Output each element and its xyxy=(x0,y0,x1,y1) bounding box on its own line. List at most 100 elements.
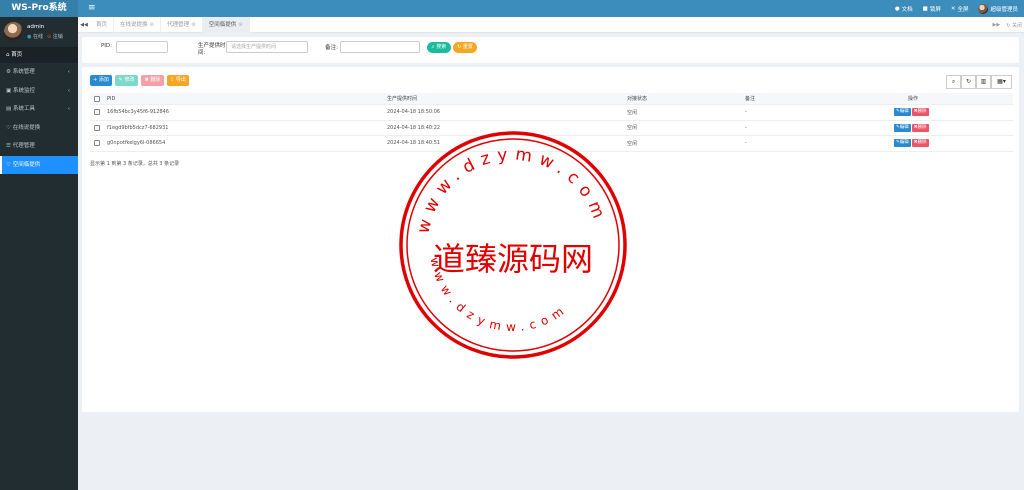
hamburger-icon[interactable]: ≡ xyxy=(88,0,96,17)
close-icon[interactable]: ⊗ xyxy=(191,22,196,28)
sidebar-item-monitor[interactable]: ▣ 系统监控 ‹ xyxy=(0,82,78,101)
row-edit-button[interactable]: ✎编辑 xyxy=(894,123,911,132)
search-button[interactable]: ⌕ 搜索 xyxy=(427,42,451,53)
cell-note: - xyxy=(745,124,747,131)
sidebar-item-online[interactable]: ♡ 在线说提换 xyxy=(0,119,78,138)
lock-screen-link[interactable]: ■ 锁屏 xyxy=(923,5,941,13)
logout-link[interactable]: ⊖ 注销 xyxy=(47,33,63,40)
user-name: admin xyxy=(27,24,45,30)
table-row[interactable]: f1egd9bfb5dcz7-682931 2024-04-18 18:40:2… xyxy=(90,121,1013,136)
pagination-summary: 显示第 1 到第 3 条记录，总共 3 条记录 xyxy=(90,161,180,167)
avatar xyxy=(978,3,989,14)
close-icon[interactable]: ⊗ xyxy=(238,22,243,28)
chevron-icon: ‹ xyxy=(67,87,70,94)
tab-close-all-button[interactable]: ↻ 关闭 xyxy=(1006,22,1022,29)
reset-button[interactable]: ↻ 重置 xyxy=(453,42,477,53)
table-panel: + 添加 ✎ 修改 ✖ 删除 ⇩ 导出 ⌕ ↻ ▥ ▦▾ PID 生产提供时间 … xyxy=(82,67,1019,412)
user-status: ● 在线 ⊖ 注销 xyxy=(27,33,63,40)
gear-icon: ⚙ xyxy=(6,69,11,75)
sidebar-item-agent[interactable]: ☰ 代理管理 xyxy=(0,137,78,156)
search-toggle-icon[interactable]: ⌕ xyxy=(946,75,961,89)
data-table: PID 生产提供时间 对接状态 备注 操作 16fb54bc3y45f6-912… xyxy=(90,93,1013,152)
sidebar-item-system[interactable]: ⚙ 系统管理 ‹ xyxy=(0,63,78,82)
tab-bar: ◀◀ 首页 在线说提换 ⊗ 代理管理 ⊗ 空间临提供 ⊗ ▶▶ ↻ 关闭 xyxy=(78,16,1024,33)
expand-icon: ✕ xyxy=(950,5,956,12)
row-checkbox[interactable] xyxy=(94,124,100,131)
lock-icon: ■ xyxy=(922,5,928,12)
time-label: 生产提供时间: xyxy=(198,43,226,56)
tab-next-button[interactable]: ▶▶ xyxy=(992,22,1000,28)
sidebar-item-tools[interactable]: ▤ 系统工具 ‹ xyxy=(0,100,78,119)
select-all-checkbox[interactable] xyxy=(94,95,100,102)
tab-online[interactable]: 在线说提换 ⊗ xyxy=(114,16,162,33)
cell-status: 空闲 xyxy=(627,140,638,147)
top-right-menu: ● 文档 ■ 锁屏 ✕ 全屏 超级管理员 xyxy=(895,0,1018,17)
sidebar: admin ● 在线 ⊖ 注销 ⌂ 首页 ⚙ 系统管理 ‹ ▣ 系统监控 ‹ ▤ 系… xyxy=(0,17,78,490)
chevron-icon: ‹ xyxy=(67,106,70,112)
docs-link[interactable]: ● 文档 xyxy=(895,5,913,13)
cell-time: 2024-04-18 18:40:22 xyxy=(387,124,441,131)
columns-icon[interactable]: ▥ xyxy=(976,75,991,89)
cell-time: 2024-04-18 18:50:06 xyxy=(387,109,441,116)
chevron-icon: ‹ xyxy=(67,69,70,75)
online-dot-icon: ● xyxy=(27,34,32,40)
header-pid[interactable]: PID xyxy=(107,93,115,104)
fullscreen-link[interactable]: ✕ 全屏 xyxy=(951,5,969,13)
edit-button[interactable]: ✎ 修改 xyxy=(115,75,138,86)
delete-button[interactable]: ✖ 删除 xyxy=(141,75,164,86)
cell-time: 2024-04-18 18:40:51 xyxy=(387,140,441,147)
cell-status: 空闲 xyxy=(627,125,638,132)
avatar xyxy=(4,22,23,41)
sidebar-item-home[interactable]: ⌂ 首页 xyxy=(0,47,78,63)
row-edit-button[interactable]: ✎编辑 xyxy=(894,139,911,148)
row-delete-button[interactable]: ✖删除 xyxy=(911,123,929,132)
note-input[interactable] xyxy=(340,41,420,53)
grid-dropdown-icon[interactable]: ▦▾ xyxy=(991,75,1012,89)
header-status[interactable]: 对接状态 xyxy=(627,93,647,104)
heart-icon: ♡ xyxy=(6,161,11,168)
cell-pid: 16fb54bc3y45f6-912846 xyxy=(107,109,169,116)
note-label: 备注: xyxy=(325,45,338,51)
list-icon: ☰ xyxy=(6,143,11,149)
row-checkbox[interactable] xyxy=(94,109,100,116)
cell-note: - xyxy=(745,109,747,116)
cell-status: 空闲 xyxy=(627,109,638,116)
refresh-icon: ↻ xyxy=(1006,22,1011,29)
row-edit-button[interactable]: ✎编辑 xyxy=(894,108,911,117)
row-delete-button[interactable]: ✖删除 xyxy=(911,108,929,117)
pid-label: PID: xyxy=(100,43,112,49)
tab-agent[interactable]: 代理管理 ⊗ xyxy=(161,16,203,33)
refresh-icon[interactable]: ↻ xyxy=(961,75,976,89)
add-button[interactable]: + 添加 xyxy=(90,75,112,86)
time-input[interactable]: 请选择生产提供时间 xyxy=(226,41,308,53)
header-actions: 操作 xyxy=(908,96,919,102)
table-header-row: PID 生产提供时间 对接状态 备注 操作 xyxy=(90,93,1013,105)
search-icon: ⌕ xyxy=(431,44,435,50)
search-panel: PID: 生产提供时间: 请选择生产提供时间 备注: ⌕ 搜索 ↻ 重置 xyxy=(82,37,1019,63)
user-panel: admin ● 在线 ⊖ 注销 xyxy=(0,17,78,47)
info-icon: ● xyxy=(894,5,900,12)
top-navbar: WS-Pro系统 ≡ ● 文档 ■ 锁屏 ✕ 全屏 超级管理员 xyxy=(0,0,1024,17)
pid-input[interactable] xyxy=(116,41,168,53)
export-button[interactable]: ⇩ 导出 xyxy=(167,75,189,86)
table-row[interactable]: g0npotfkelgy6l-086654 2024-04-18 18:40:5… xyxy=(90,136,1013,152)
row-checkbox[interactable] xyxy=(94,140,100,147)
heart-icon: ♡ xyxy=(6,124,11,131)
header-time[interactable]: 生产提供时间 xyxy=(387,93,417,104)
tab-actions: ▶▶ ↻ 关闭 xyxy=(992,17,1022,33)
home-icon: ⌂ xyxy=(6,52,10,58)
user-menu[interactable]: 超级管理员 xyxy=(978,3,1018,14)
table-row[interactable]: 16fb54bc3y45f6-912846 2024-04-18 18:50:0… xyxy=(90,105,1013,121)
header-note[interactable]: 备注 xyxy=(745,93,755,104)
tab-space[interactable]: 空间临提供 ⊗ xyxy=(202,16,250,33)
app-title[interactable]: WS-Pro系统 xyxy=(0,0,78,17)
wrench-icon: ▤ xyxy=(6,106,12,112)
row-delete-button[interactable]: ✖删除 xyxy=(911,139,929,148)
sidebar-item-space[interactable]: ♡ 空间临提供 xyxy=(0,155,78,174)
logout-icon: ⊖ xyxy=(46,34,52,40)
tab-prev-button[interactable]: ◀◀ xyxy=(78,22,90,28)
monitor-icon: ▣ xyxy=(6,87,12,94)
close-icon[interactable]: ⊗ xyxy=(150,22,155,28)
cell-pid: g0npotfkelgy6l-086654 xyxy=(107,140,166,147)
tab-home[interactable]: 首页 xyxy=(90,16,115,33)
